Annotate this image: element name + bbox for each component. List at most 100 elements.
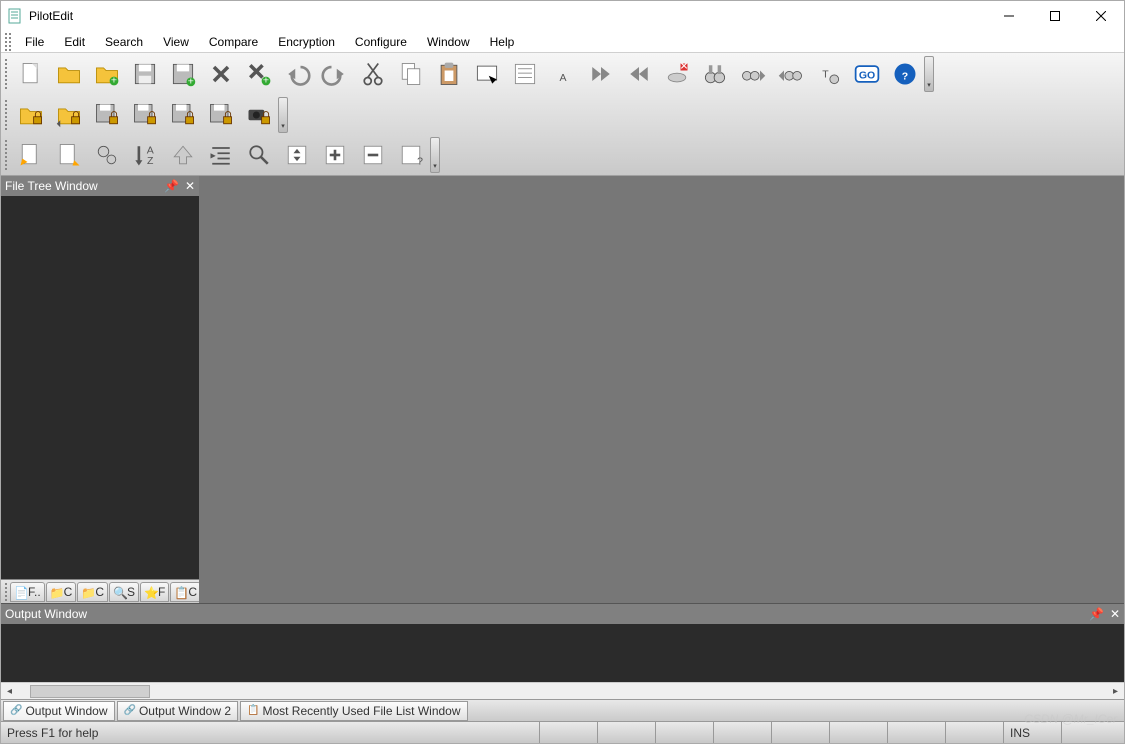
pin-icon[interactable]: 📌 <box>164 179 179 193</box>
menu-view[interactable]: View <box>153 33 199 51</box>
next-double-icon[interactable] <box>583 56 619 92</box>
tab-icon: 🔗 <box>124 705 136 716</box>
file-tree-panel: File Tree Window 📌 ✕ 📄F..📁C📁C🔍S⭐F📋C <box>1 176 199 603</box>
scroll-thumb[interactable] <box>30 685 150 698</box>
file-tree-tab[interactable]: 🔍S <box>109 582 139 602</box>
output-tab[interactable]: 📋Most Recently Used File List Window <box>240 701 468 721</box>
maximize-button[interactable] <box>1032 1 1078 31</box>
sort-az-icon[interactable]: AZ <box>127 137 163 173</box>
svg-text:✕: ✕ <box>680 61 689 73</box>
tab-icon: 📁 <box>50 586 62 598</box>
toolbar-overflow-icon[interactable]: ▾ <box>924 56 934 92</box>
toolbar-overflow-icon[interactable]: ▾ <box>430 137 440 173</box>
scroll-right-icon[interactable]: ▸ <box>1107 683 1124 700</box>
tab-label: Output Window 2 <box>139 704 231 718</box>
svg-text:Z: Z <box>147 155 154 167</box>
save-icon[interactable] <box>127 56 163 92</box>
close-panel-icon[interactable]: ✕ <box>185 179 195 193</box>
new-file-icon[interactable] <box>13 56 49 92</box>
close-button[interactable] <box>1078 1 1124 31</box>
output-scrollbar[interactable]: ◂ ▸ <box>1 682 1124 699</box>
find-next-icon[interactable] <box>735 56 771 92</box>
reload-page-icon[interactable] <box>13 137 49 173</box>
box-q-icon[interactable]: ? <box>393 137 429 173</box>
collapse-icon[interactable] <box>279 137 315 173</box>
file-tree-tab[interactable]: 📋C <box>170 582 201 602</box>
cut-icon[interactable] <box>355 56 391 92</box>
svg-text:+: + <box>111 75 117 87</box>
save-all-icon[interactable]: + <box>165 56 201 92</box>
open-folder-plus-icon[interactable]: + <box>89 56 125 92</box>
redo-icon[interactable] <box>317 56 353 92</box>
output-tab[interactable]: 🔗Output Window 2 <box>117 701 239 721</box>
open-folder-icon[interactable] <box>51 56 87 92</box>
undo-icon[interactable] <box>279 56 315 92</box>
up-arrow-icon[interactable] <box>165 137 201 173</box>
scroll-left-icon[interactable]: ◂ <box>1 683 18 700</box>
tab-label: F.. <box>28 585 41 599</box>
output-body[interactable] <box>1 624 1124 682</box>
svg-text:?: ? <box>417 156 423 168</box>
file-tree-body[interactable] <box>1 196 199 579</box>
svg-text:+: + <box>188 76 194 88</box>
menu-search[interactable]: Search <box>95 33 153 51</box>
menu-file[interactable]: File <box>15 33 54 51</box>
menu-configure[interactable]: Configure <box>345 33 417 51</box>
find-prev-icon[interactable] <box>773 56 809 92</box>
plus-box-icon[interactable] <box>317 137 353 173</box>
file-tree-tab[interactable]: 📁C <box>46 582 77 602</box>
lock-disk2-icon[interactable] <box>127 97 163 133</box>
toolbar-overflow-icon[interactable]: ▾ <box>278 97 288 133</box>
status-cell <box>887 722 945 743</box>
menu-grip[interactable] <box>5 33 11 51</box>
reload-page2-icon[interactable] <box>51 137 87 173</box>
lock-disk-icon[interactable] <box>89 97 125 133</box>
menu-help[interactable]: Help <box>480 33 525 51</box>
svg-text:?: ? <box>902 70 908 82</box>
file-tree-tab[interactable]: 📁C <box>77 582 108 602</box>
menu-edit[interactable]: Edit <box>54 33 95 51</box>
help-icon[interactable]: ? <box>887 56 923 92</box>
lock-disk4-icon[interactable] <box>203 97 239 133</box>
toolbar-grip[interactable] <box>5 100 10 130</box>
camera-lock-icon[interactable] <box>241 97 277 133</box>
close-panel-icon[interactable]: ✕ <box>1110 607 1120 621</box>
font-icon[interactable]: A <box>545 56 581 92</box>
close-x-icon[interactable] <box>203 56 239 92</box>
tab-icon: 📋 <box>247 705 259 716</box>
lock-folder2-icon[interactable] <box>51 97 87 133</box>
indent-icon[interactable] <box>203 137 239 173</box>
editor-area[interactable] <box>199 176 1124 603</box>
copy-icon[interactable] <box>393 56 429 92</box>
status-cell <box>597 722 655 743</box>
gears-icon[interactable] <box>89 137 125 173</box>
lock-disk3-icon[interactable] <box>165 97 201 133</box>
svg-text:A: A <box>559 72 566 84</box>
go-icon[interactable]: GO <box>849 56 885 92</box>
status-mode: INS <box>1003 722 1061 743</box>
file-tree-tab[interactable]: 📄F.. <box>10 582 45 602</box>
find-icon[interactable] <box>697 56 733 92</box>
pin-icon[interactable]: 📌 <box>1089 607 1104 621</box>
output-tab[interactable]: 🔗Output Window <box>3 701 115 721</box>
list-icon[interactable] <box>507 56 543 92</box>
menu-encryption[interactable]: Encryption <box>268 33 345 51</box>
tree-tabs-grip[interactable] <box>5 583 7 601</box>
file-tree-title: File Tree Window <box>5 179 98 193</box>
cancel-net-icon[interactable]: ✕ <box>659 56 695 92</box>
tab-label: Most Recently Used File List Window <box>262 704 460 718</box>
file-tree-tab[interactable]: ⭐F <box>140 582 169 602</box>
select-icon[interactable] <box>469 56 505 92</box>
menu-compare[interactable]: Compare <box>199 33 268 51</box>
zoom-icon[interactable] <box>241 137 277 173</box>
paste-icon[interactable] <box>431 56 467 92</box>
toolbar-grip[interactable] <box>5 140 10 170</box>
prev-double-icon[interactable] <box>621 56 657 92</box>
toolbar-grip[interactable] <box>5 59 10 89</box>
lock-folder-icon[interactable] <box>13 97 49 133</box>
close-all-x-icon[interactable]: + <box>241 56 277 92</box>
minimize-button[interactable] <box>986 1 1032 31</box>
menu-window[interactable]: Window <box>417 33 480 51</box>
text-tool-icon[interactable]: T <box>811 56 847 92</box>
minus-box-icon[interactable] <box>355 137 391 173</box>
